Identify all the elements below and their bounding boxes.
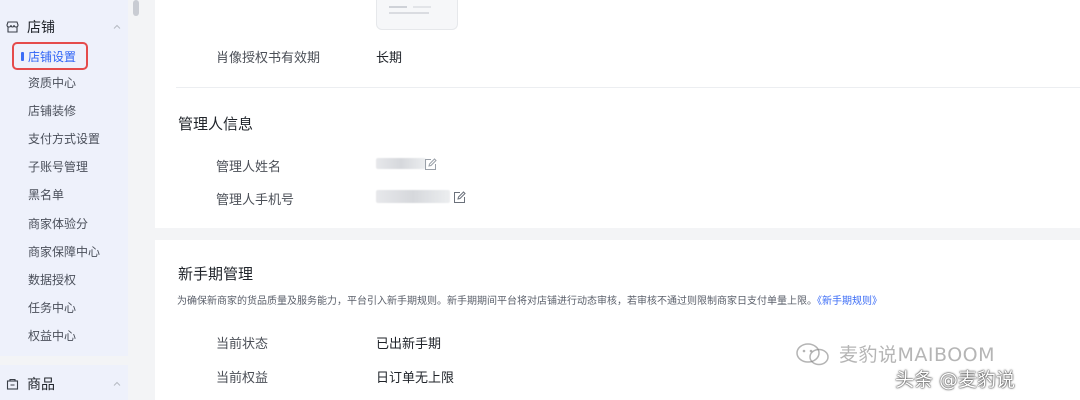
sidebar-item-label: 店铺设置 [28, 49, 77, 64]
sidebar-group-store-label: 店铺 [27, 20, 55, 36]
divider [176, 87, 1080, 88]
manager-name-value-blurred [376, 158, 426, 169]
watermark-line1: 麦豹说MAIBOOM [839, 344, 995, 366]
chevron-up-icon[interactable] [112, 379, 122, 389]
sidebar-item-experience-score[interactable]: 商家体验分 [28, 215, 88, 233]
sidebar-item-qualification[interactable]: 资质中心 [28, 74, 76, 92]
newbie-section-title: 新手期管理 [178, 265, 254, 283]
active-indicator [21, 51, 24, 61]
sidebar-group-goods-label: 商品 [27, 377, 55, 393]
newbie-description: 为确保新商家的货品质量及服务能力，平台引入新手期规则。新手期期间平台将对店铺进行… [177, 292, 882, 307]
wechat-icon [795, 342, 831, 372]
newbie-rule-link[interactable]: 《新手期规则》 [817, 296, 882, 307]
sidebar-item-tasks[interactable]: 任务中心 [28, 299, 76, 317]
scrollbar-thumb[interactable] [133, 0, 139, 16]
manager-phone-value-blurred [376, 190, 450, 203]
edit-icon[interactable] [453, 189, 466, 203]
sidebar-item-data-auth[interactable]: 数据授权 [28, 271, 76, 289]
portrait-auth-thumbnail[interactable] [376, 0, 458, 30]
sidebar-group-store[interactable]: 店铺 [6, 15, 122, 39]
status-value: 已出新手期 [376, 337, 442, 352]
edit-icon[interactable] [424, 156, 437, 170]
manager-name-label: 管理人姓名 [216, 160, 282, 175]
sidebar: 店铺 店铺设置 资质中心 店铺装修 支付方式设置 子账号管理 黑名单 商家体验分… [0, 0, 128, 356]
manager-phone-label: 管理人手机号 [216, 193, 295, 208]
manager-section-title: 管理人信息 [178, 115, 254, 133]
sidebar-item-decoration[interactable]: 店铺装修 [28, 102, 76, 120]
store-icon [6, 21, 19, 33]
rights-value: 日订单无上限 [376, 371, 455, 386]
sidebar-item-rights[interactable]: 权益中心 [28, 327, 76, 345]
watermark: 麦豹说MAIBOOM 头条 @麦豹说 [795, 338, 1060, 398]
goods-icon [6, 378, 19, 390]
watermark-line2: 头条 @麦豹说 [895, 369, 1016, 391]
sidebar-item-blacklist[interactable]: 黑名单 [28, 186, 64, 204]
sidebar-item-payment[interactable]: 支付方式设置 [28, 130, 100, 148]
validity-value: 长期 [376, 51, 403, 66]
chevron-up-icon[interactable] [112, 22, 122, 32]
rights-label: 当前权益 [216, 371, 269, 386]
sidebar-item-subaccount[interactable]: 子账号管理 [28, 158, 88, 176]
sidebar-item-store-settings[interactable]: 店铺设置 [12, 42, 88, 70]
sidebar-bottom: 商品 [0, 365, 128, 400]
status-label: 当前状态 [216, 337, 269, 352]
newbie-description-text: 为确保新商家的货品质量及服务能力，平台引入新手期规则。新手期期间平台将对店铺进行… [177, 296, 817, 307]
validity-label: 肖像授权书有效期 [216, 51, 321, 66]
sidebar-item-guarantee[interactable]: 商家保障中心 [28, 243, 100, 261]
sidebar-group-goods[interactable]: 商品 [6, 372, 122, 396]
